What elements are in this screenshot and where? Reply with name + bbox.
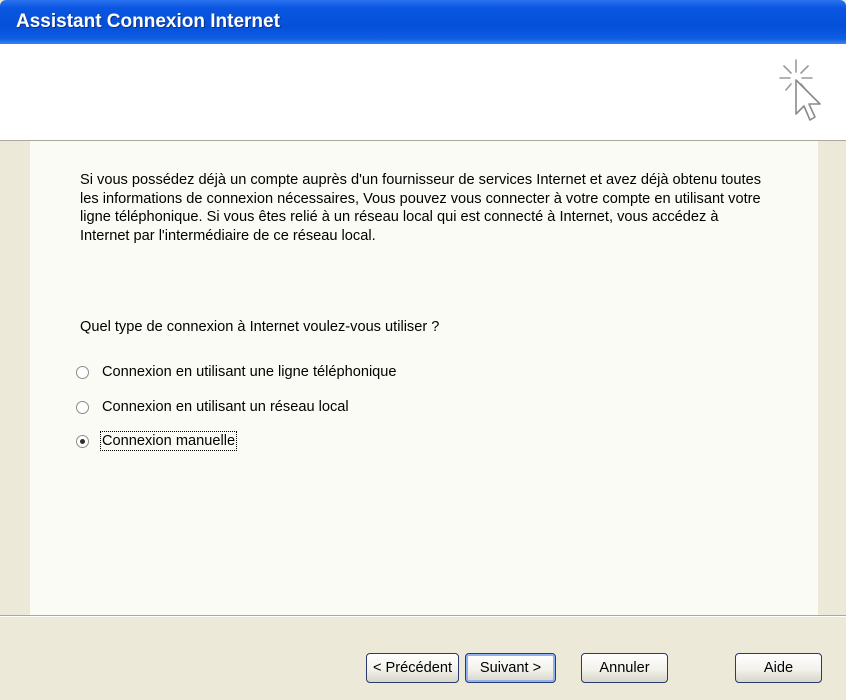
window-title: Assistant Connexion Internet	[16, 11, 280, 32]
title-bar: Assistant Connexion Internet	[0, 0, 846, 44]
back-button[interactable]: < Précédent	[366, 653, 459, 683]
option-phone-line[interactable]: Connexion en utilisant une ligne télépho…	[76, 361, 398, 383]
footer-separator	[0, 615, 846, 617]
manual-label[interactable]: Connexion manuelle	[99, 431, 238, 451]
cancel-button[interactable]: Annuler	[581, 653, 668, 683]
local-network-label[interactable]: Connexion en utilisant un réseau local	[101, 398, 350, 416]
intro-text: Si vous possédez déjà un compte auprès d…	[80, 172, 762, 244]
phone-line-label[interactable]: Connexion en utilisant une ligne télépho…	[101, 363, 398, 381]
wizard-content: Si vous possédez déjà un compte auprès d…	[30, 141, 818, 615]
phone-line-radio[interactable]	[76, 365, 89, 379]
option-manual[interactable]: Connexion manuelle	[76, 430, 238, 452]
wizard-cursor-icon	[779, 59, 821, 121]
manual-radio[interactable]	[76, 434, 89, 448]
wizard-header	[0, 44, 846, 141]
local-network-radio[interactable]	[76, 400, 89, 414]
next-button[interactable]: Suivant >	[465, 653, 556, 683]
question-text: Quel type de connexion à Internet voulez…	[80, 319, 440, 335]
option-local-network[interactable]: Connexion en utilisant un réseau local	[76, 396, 350, 418]
help-button[interactable]: Aide	[735, 653, 822, 683]
